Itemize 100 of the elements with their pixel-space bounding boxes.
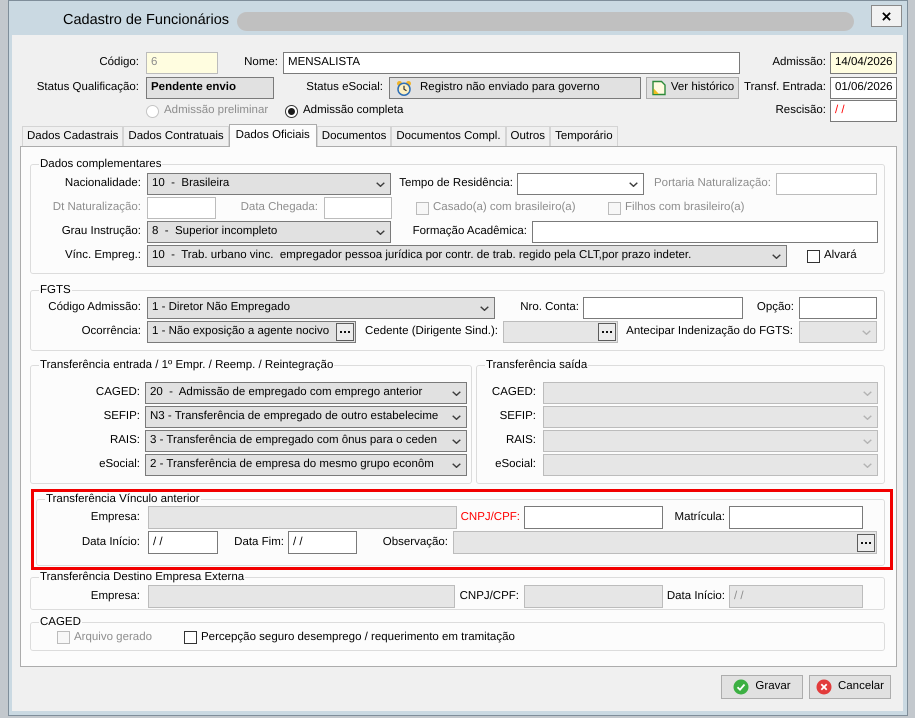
group-title: Dados complementares [39,157,162,171]
date-field[interactable]: / / [288,531,357,554]
chevron-down-icon [452,414,461,420]
lookup-field[interactable] [503,321,618,343]
text-field[interactable] [532,221,878,243]
text-field[interactable] [148,506,457,529]
history-button[interactable]: Ver histórico [646,77,739,99]
field-label: Matrícula: [674,510,725,525]
field-label: RAIS: [110,433,140,448]
field-label: CAGED: [96,385,140,400]
chevron-down-icon [452,438,461,444]
field-label: eSocial: [99,457,140,472]
ellipsis-button[interactable] [598,323,616,341]
field-label: Nome: [244,55,278,70]
checkbox[interactable] [184,631,197,644]
status-field[interactable]: Pendente envio [146,77,274,99]
field-label: Nro. Conta: [520,300,579,316]
lookup-field[interactable]: 1 - Não exposição a agente nocivo [147,321,356,343]
text-field[interactable] [148,585,455,608]
field-label: Grau Instrução: [62,224,141,240]
dropdown[interactable]: 10 - Brasileira [147,173,391,195]
date-field[interactable]: 01/06/2026 [830,77,897,99]
field-label: Código Admissão: [48,300,141,316]
ellipsis-button[interactable] [857,534,875,552]
field-label: Data Início: [82,534,140,550]
chevron-down-icon [862,330,871,334]
chevron-down-icon [452,390,461,396]
radio-label[interactable]: Admissão completa [303,102,404,120]
combo-box[interactable] [517,173,644,195]
dropdown[interactable]: 8 - Superior incompleto [147,221,391,243]
checkbox-label[interactable]: Percepção seguro desemprego / requerimento em tramitação [201,628,515,646]
dropdown[interactable]: 20 - Admissão de empregado com emprego anterior [145,382,467,404]
ellipsis-button[interactable] [336,323,354,341]
date-field[interactable]: / / [148,531,218,554]
chevron-down-icon [376,182,385,186]
tab[interactable]: Temporário [550,126,618,146]
text-field[interactable] [799,297,877,319]
checkbox[interactable] [807,250,820,262]
tab[interactable]: Outros [506,126,550,146]
field-label: eSocial: [495,457,536,472]
dropdown[interactable]: 3 - Transferência de empregado com ônus para o ceden [145,430,467,452]
field-label: Código: [99,55,139,70]
tab[interactable]: Dados Contratuais [123,126,229,146]
text-field[interactable] [583,297,743,319]
field-label: SEFIP: [500,409,536,424]
close-icon [882,12,892,20]
field-label: CAGED: [492,385,536,400]
field-label: Cedente (Dirigente Sind.): [365,324,498,340]
chevron-down-icon [629,182,638,186]
tab[interactable]: Dados Cadastrais [22,126,124,146]
tab[interactable]: Dados Oficiais [228,124,317,147]
dropdown[interactable]: N3 - Transferência de empregado de outro estabelecime [145,406,467,428]
close-button[interactable] [871,5,902,27]
dropdown[interactable] [543,382,878,404]
chevron-down-icon [376,230,385,234]
dropdown[interactable]: 1 - Diretor Não Empregado [147,297,495,319]
group-title: Transferência Vínculo anterior [45,492,201,506]
chevron-down-icon [863,438,872,444]
field-label: Status Qualificação: [36,80,139,96]
field-label: Opção: [756,300,794,316]
alarm-clock-icon [396,80,412,96]
dropdown[interactable]: 10 - Trab. urbano vinc. empregador pessoa jurídica por contr. de trab. regido pela CLT,por prazo indeter. [147,245,787,267]
dropdown[interactable] [543,454,878,476]
field-label: Formação Acadêmica: [412,224,527,240]
field-label: Admissão: [772,55,826,70]
cancel-button[interactable]: Cancelar [809,675,891,699]
text-field[interactable]: MENSALISTA [283,52,740,74]
checkbox-label[interactable]: Alvará [824,247,857,265]
chevron-down-icon [863,462,872,468]
status-field[interactable]: Registro não enviado para governo [389,77,641,99]
field-label: Transf. Entrada: [744,80,826,96]
chevron-down-icon [480,306,489,310]
save-button[interactable]: Gravar [721,675,803,699]
check-circle-icon [733,679,750,695]
cancel-icon [816,679,832,695]
tab[interactable]: Documentos [316,126,392,146]
field-label: Antecipar Indenização do FGTS: [626,324,793,340]
date-field[interactable]: / / [830,100,897,122]
field-label: Rescisão: [776,103,826,118]
field-label: Empresa: [90,510,140,525]
text-field[interactable] [729,506,863,529]
field-label: Tempo de Residência: [399,176,513,192]
text-field[interactable] [524,506,663,529]
lookup-field[interactable] [453,531,877,554]
field-label: Empresa: [90,588,140,604]
field-label: Observação: [382,534,448,550]
dropdown[interactable] [543,406,878,428]
radio-button[interactable] [285,104,298,118]
chevron-down-icon [772,254,781,258]
field-label: Data Fim: [234,534,284,550]
tab[interactable]: Documentos Compl. [391,126,506,146]
field-label: Dt Naturalização: [52,200,141,216]
field-label: RAIS: [506,433,536,448]
dropdown[interactable]: 2 - Transferência de empresa do mesmo grupo econôm [145,454,467,476]
dropdown[interactable] [543,430,878,452]
window-title: Cadastro de Funcionários [63,11,230,29]
text-field[interactable] [524,585,663,608]
field-label: Nacionalidade: [64,176,141,192]
field-label: CNPJ/CPF: [460,588,519,604]
date-field[interactable]: 14/04/2026 [830,52,897,74]
